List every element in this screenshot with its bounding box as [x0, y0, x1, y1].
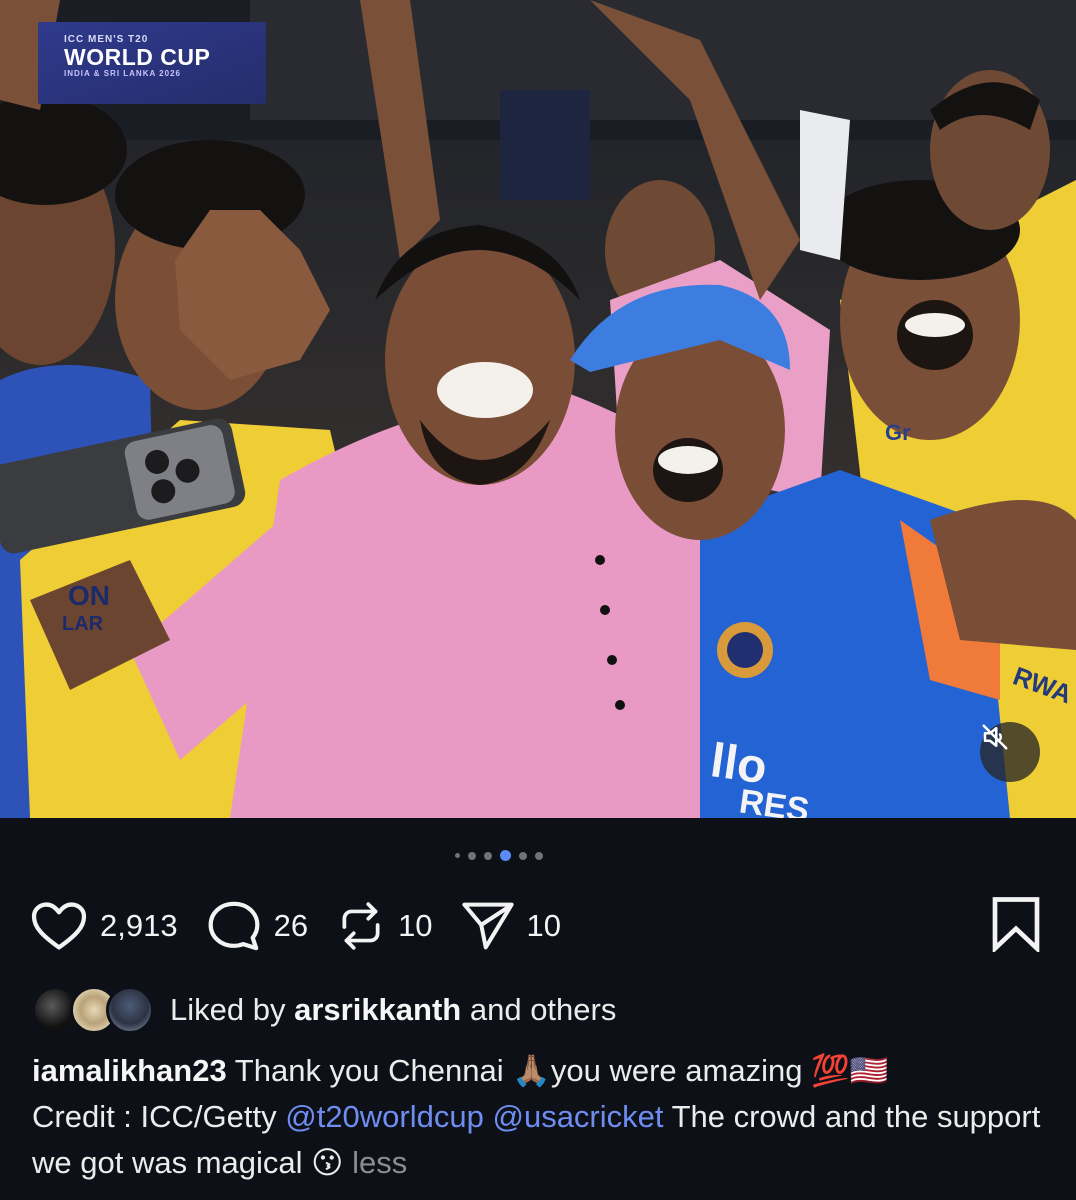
caption-text: you were amazing — [550, 1053, 803, 1088]
liked-by-prefix: Liked by — [170, 992, 286, 1027]
bookmark-icon — [992, 897, 1040, 954]
show-less-link[interactable]: less — [352, 1145, 407, 1180]
share-count: 10 — [526, 908, 562, 943]
caption-text: Credit : ICC/Getty — [32, 1099, 277, 1134]
banner-hosts: INDIA & SRI LANKA 2026 — [64, 69, 181, 78]
repost-icon — [342, 902, 380, 950]
jersey-text: LAR — [62, 613, 104, 635]
heart-icon — [31, 902, 87, 950]
liker-avatars — [32, 986, 154, 1034]
repost-count: 10 — [398, 908, 433, 943]
post-photo[interactable]: ON LAR llo RES RWA Gr ICC MEN'S T20 WORL… — [0, 0, 1076, 818]
caption-emoji: 💯🇺🇸 — [811, 1053, 889, 1089]
comment-button[interactable]: 26 — [206, 899, 308, 953]
caption-text: Thank you Chennai — [234, 1053, 504, 1088]
carousel-dot — [535, 851, 543, 860]
carousel-dot-active — [500, 850, 511, 861]
caption-username-link[interactable]: iamalikhan23 — [32, 1053, 227, 1088]
comment-count: 26 — [273, 908, 309, 943]
action-bar: 2,913 26 10 10 — [30, 898, 589, 954]
speaker-muted-icon — [982, 724, 1008, 750]
jersey-text: Gr — [885, 420, 911, 445]
post-caption: iamalikhan23 Thank you Chennai 🙏🏽you wer… — [32, 1048, 1042, 1186]
world-cup-banner: ICC MEN'S T20 WORLD CUP INDIA & SRI LANK… — [38, 22, 266, 104]
save-button[interactable] — [990, 896, 1042, 957]
liked-by-suffix[interactable]: and others — [470, 992, 617, 1027]
avatar — [106, 986, 154, 1034]
liked-by-user-link[interactable]: arsrikkanth — [294, 992, 461, 1027]
liked-by-row[interactable]: Liked by arsrikkanth and others — [32, 986, 616, 1034]
like-count: 2,913 — [100, 908, 178, 943]
carousel-dot — [468, 851, 476, 860]
crowd-selfie-illustration: ON LAR llo RES RWA Gr — [0, 0, 1076, 818]
mute-toggle-button[interactable] — [980, 722, 1040, 782]
like-button[interactable]: 2,913 — [30, 901, 178, 951]
liked-by-text: Liked by arsrikkanth and others — [170, 992, 616, 1028]
mention-link-usacricket[interactable]: @usacricket — [492, 1099, 663, 1134]
banner-title: WORLD CUP — [64, 44, 211, 70]
carousel-dot — [455, 853, 460, 858]
carousel-dot — [484, 851, 492, 860]
send-icon — [461, 902, 514, 950]
post-details: 2,913 26 10 10 Liked by arsrikkanth and … — [0, 818, 1076, 1200]
repost-button[interactable]: 10 — [336, 900, 433, 952]
comment-icon — [208, 901, 260, 951]
carousel-indicator — [455, 850, 543, 861]
caption-emoji: 😗 — [311, 1145, 344, 1181]
mention-link-t20worldcup[interactable]: @t20worldcup — [285, 1099, 484, 1134]
caption-emoji: 🙏🏽 — [512, 1053, 551, 1089]
share-button[interactable]: 10 — [461, 900, 561, 952]
carousel-dot — [519, 851, 527, 860]
jersey-text: ON — [68, 580, 110, 611]
